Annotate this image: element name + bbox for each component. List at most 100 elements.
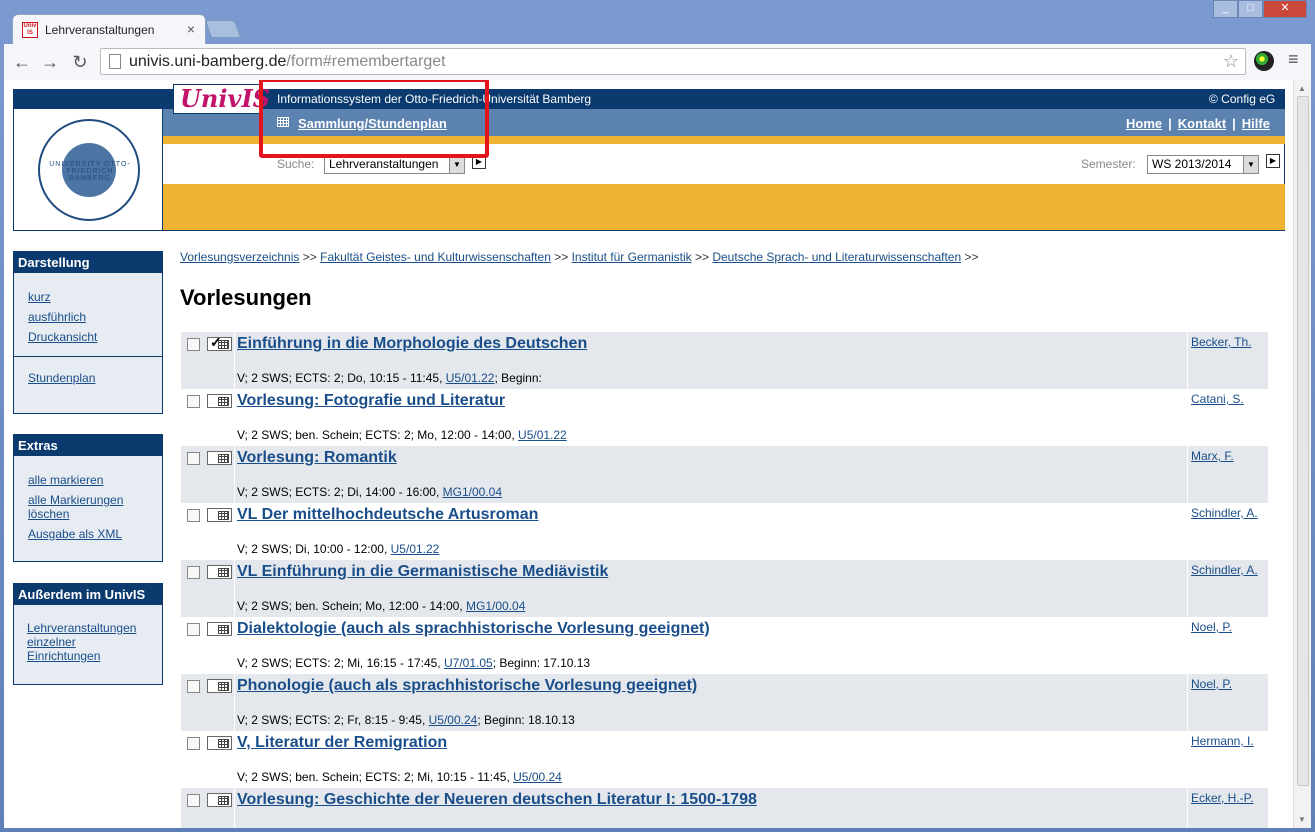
divider	[234, 389, 235, 446]
mark-checkbox[interactable]	[187, 737, 200, 750]
alle-markieren-link[interactable]: alle markieren	[28, 473, 162, 487]
course-title-link[interactable]: Vorlesung: Geschichte der Neueren deutsc…	[237, 791, 757, 809]
add-to-schedule-icon[interactable]	[207, 451, 232, 465]
stundenplan-link[interactable]: Stundenplan	[28, 371, 162, 385]
maximize-button[interactable]: □	[1238, 0, 1263, 18]
course-row: VL Einführung in die Germanistische Medi…	[181, 560, 1268, 617]
room-link[interactable]: MG1/00.04	[443, 485, 502, 499]
course-title-link[interactable]: VL Einführung in die Germanistische Medi…	[237, 563, 608, 581]
room-link[interactable]: U7/01.05	[444, 656, 493, 670]
reload-icon[interactable]: ↻	[68, 50, 92, 74]
lecturer-link[interactable]: Hermann, I.	[1187, 731, 1268, 788]
lecturer-link[interactable]: Catani, S.	[1187, 389, 1268, 446]
course-title-link[interactable]: Einführung in die Morphologie des Deutsc…	[237, 335, 587, 353]
scroll-down-icon[interactable]: ▼	[1298, 815, 1306, 824]
mark-checkbox[interactable]	[187, 623, 200, 636]
university-logo[interactable]: UNIVERSITY OTTO-FRIEDRICH BAMBERG	[13, 89, 163, 231]
scrollbar-thumb[interactable]	[1297, 96, 1309, 786]
course-title-link[interactable]: Vorlesung: Romantik	[237, 449, 397, 467]
add-to-schedule-icon[interactable]	[207, 679, 232, 693]
add-to-schedule-icon[interactable]	[207, 622, 232, 636]
course-info: V; 2 SWS; ECTS: 2; Fr, 8:15 - 9:45,	[237, 713, 429, 727]
course-title-link[interactable]: Vorlesung: Fotografie und Literatur	[237, 392, 505, 410]
druckansicht-link[interactable]: Druckansicht	[28, 330, 162, 344]
add-to-schedule-icon[interactable]	[207, 736, 232, 750]
minimize-button[interactable]: _	[1213, 0, 1238, 18]
kurz-link[interactable]: kurz	[28, 290, 162, 304]
mark-checkbox[interactable]	[187, 794, 200, 807]
add-to-schedule-icon[interactable]	[207, 508, 232, 522]
vertical-scrollbar[interactable]: ▲ ▼	[1293, 80, 1311, 828]
semester-go-button[interactable]: ▶	[1266, 154, 1280, 168]
forward-icon[interactable]: →	[38, 50, 62, 74]
add-to-schedule-icon[interactable]	[207, 394, 232, 408]
lecturer-link[interactable]: Becker, Th.	[1187, 332, 1268, 389]
ausfuehrlich-link[interactable]: ausführlich	[28, 310, 162, 324]
back-icon[interactable]: ←	[10, 50, 34, 74]
lehrveranstaltungen-einrichtungen-link[interactable]: Lehrveranstaltungen einzelner Einrichtun…	[27, 621, 145, 663]
mark-checkbox[interactable]	[187, 395, 200, 408]
course-title-link[interactable]: Dialektologie (auch als sprachhistorisch…	[237, 620, 710, 638]
bookmark-star-icon[interactable]: ☆	[1223, 51, 1239, 72]
breadcrumb-link[interactable]: Institut für Germanistik	[572, 250, 692, 264]
url-host: univis.uni-bamberg.de	[129, 53, 287, 70]
lecturer-link[interactable]: Marx, F.	[1187, 446, 1268, 503]
grid-icon	[218, 625, 229, 634]
course-row: Vorlesung: Romantik V; 2 SWS; ECTS: 2; Di…	[181, 446, 1268, 503]
chevron-down-icon[interactable]: ▼	[449, 156, 464, 173]
room-link[interactable]: MG1/00.04	[466, 599, 525, 613]
room-link[interactable]: U5/01.22	[446, 371, 495, 385]
semester-value: WS 2013/2014	[1152, 157, 1232, 171]
home-link[interactable]: Home	[1126, 116, 1162, 131]
mark-checkbox[interactable]	[187, 509, 200, 522]
lecturer-link[interactable]: Schindler, A.	[1187, 560, 1268, 617]
extension-icon[interactable]	[1254, 51, 1274, 71]
course-row: Dialektologie (auch als sprachhistorisch…	[181, 617, 1268, 674]
add-to-schedule-icon[interactable]: ✓	[207, 334, 232, 351]
page-viewport: UNIVERSITY OTTO-FRIEDRICH BAMBERG UnivIS…	[4, 80, 1293, 828]
course-title-link[interactable]: VL Der mittelhochdeutsche Artusroman	[237, 506, 538, 524]
univis-logo[interactable]: UnivIS	[173, 84, 270, 114]
kontakt-link[interactable]: Kontakt	[1178, 116, 1226, 131]
breadcrumb-link[interactable]: Deutsche Sprach- und Literaturwissenscha…	[712, 250, 961, 264]
browser-tab[interactable]: Univ IS Lehrveranstaltungen ×	[12, 14, 206, 44]
add-to-schedule-icon[interactable]	[207, 793, 232, 807]
browser-window: Univ IS Lehrveranstaltungen × _ □ ✕ ← → …	[0, 0, 1315, 832]
scroll-up-icon[interactable]: ▲	[1298, 84, 1306, 93]
lecturer-link[interactable]: Schindler, A.	[1187, 503, 1268, 560]
lecturer-link[interactable]: Noel, P.	[1187, 617, 1268, 674]
lecturer-link[interactable]: Ecker, H.-P.	[1187, 788, 1268, 828]
grid-icon	[218, 397, 229, 406]
mark-checkbox[interactable]	[187, 338, 200, 351]
url-path: /form#remembertarget	[286, 53, 446, 70]
hilfe-link[interactable]: Hilfe	[1242, 116, 1270, 131]
course-details: V; 2 SWS; ECTS: 2; Di, 14:00 - 16:00, MG…	[237, 485, 502, 499]
menu-icon[interactable]: ≡	[1288, 49, 1299, 70]
add-to-schedule-icon[interactable]	[207, 565, 232, 579]
room-link[interactable]: U5/01.22	[391, 542, 440, 556]
new-tab-button[interactable]	[204, 20, 242, 38]
url-text[interactable]: univis.uni-bamberg.de/form#remembertarge…	[129, 53, 446, 71]
alle-markierungen-loeschen-link[interactable]: alle Markierungen löschen	[28, 493, 138, 521]
room-link[interactable]: U5/00.24	[429, 713, 478, 727]
chevron-down-icon[interactable]: ▼	[1243, 156, 1258, 173]
close-window-button[interactable]: ✕	[1263, 0, 1307, 18]
ausgabe-xml-link[interactable]: Ausgabe als XML	[28, 527, 162, 541]
semester-select[interactable]: WS 2013/2014 ▼	[1147, 155, 1259, 174]
breadcrumb-link[interactable]: Vorlesungsverzeichnis	[180, 250, 299, 264]
course-info: V; 2 SWS; ECTS: 2; Mi, 16:15 - 17:45,	[237, 656, 444, 670]
mark-checkbox[interactable]	[187, 566, 200, 579]
course-info: V; 2 SWS; ben. Schein; Mo, 12:00 - 14:00…	[237, 599, 467, 613]
lecturer-link[interactable]: Noel, P.	[1187, 674, 1268, 731]
room-link[interactable]: U5/01.22	[518, 428, 567, 442]
close-tab-icon[interactable]: ×	[187, 21, 195, 37]
mark-checkbox[interactable]	[187, 680, 200, 693]
room-link[interactable]: U5/00.24	[513, 770, 562, 784]
address-bar[interactable]: univis.uni-bamberg.de/form#remembertarge…	[100, 48, 1246, 75]
breadcrumb-link[interactable]: Fakultät Geistes- und Kulturwissenschaft…	[320, 250, 551, 264]
course-title-link[interactable]: Phonologie (auch als sprachhistorische V…	[237, 677, 697, 695]
top-links: Home | Kontakt | Hilfe	[1126, 116, 1270, 131]
course-title-link[interactable]: V, Literatur der Remigration	[237, 734, 447, 752]
mark-checkbox[interactable]	[187, 452, 200, 465]
course-details: V; 2 SWS; ECTS: 2; Do, 10:15 - 11:45, U5…	[237, 371, 542, 385]
